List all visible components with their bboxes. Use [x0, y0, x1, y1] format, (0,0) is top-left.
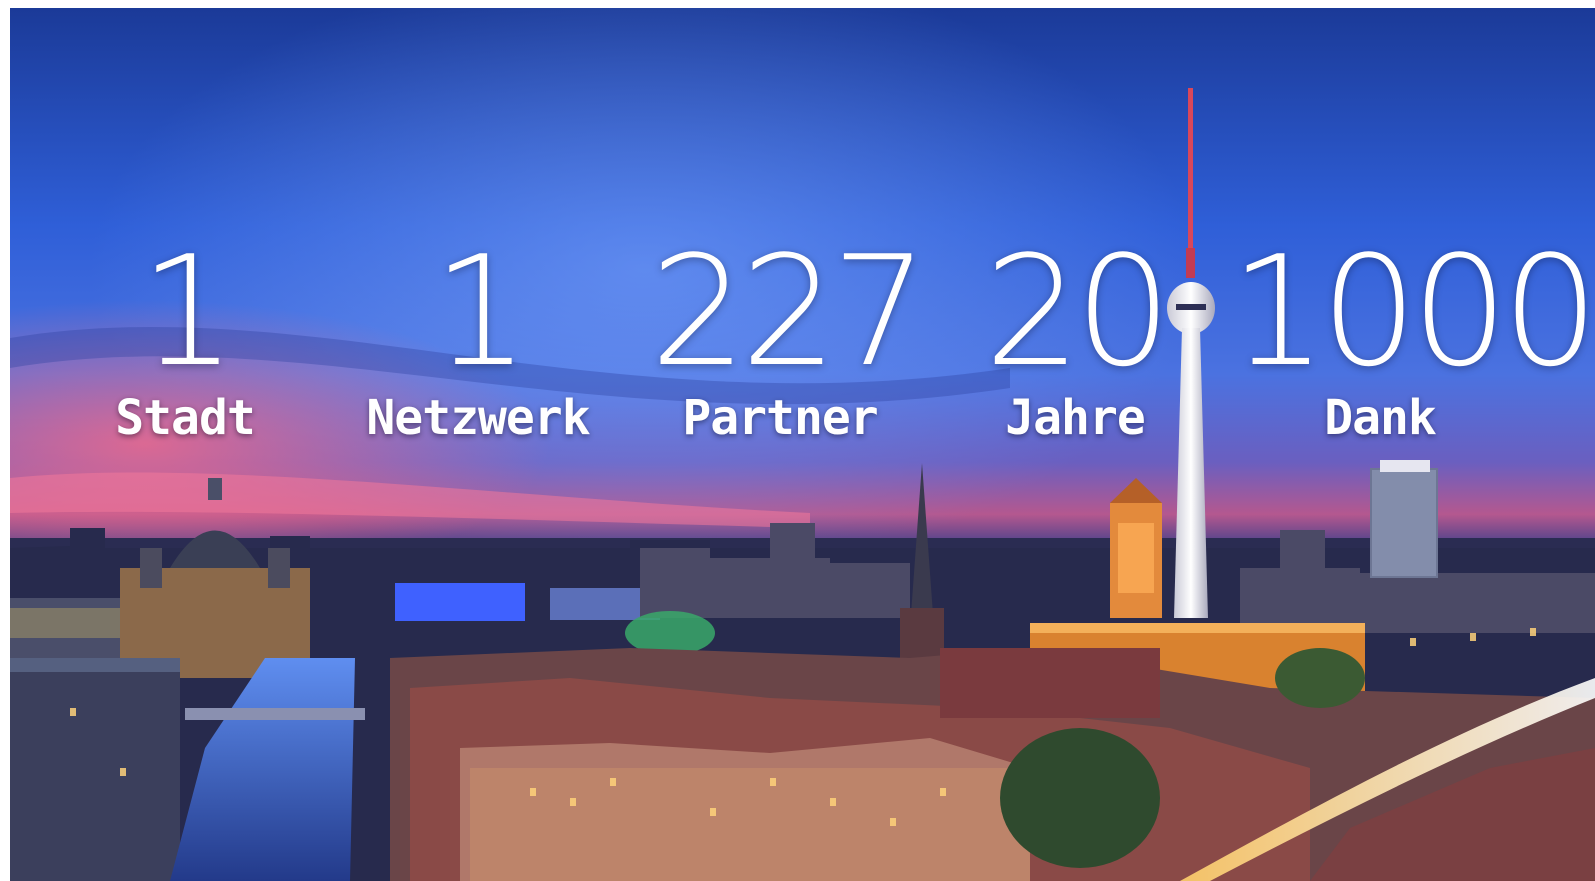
stat-number: 1000 — [1230, 223, 1595, 400]
stat-number: 1 — [432, 223, 530, 400]
stat-dank: 1000 Dank — [1230, 223, 1595, 447]
stat-number: 227 — [650, 223, 928, 400]
blue-lit-building — [395, 583, 525, 621]
stat-number: 20 — [984, 223, 1171, 400]
stat-jahre: 20 Jahre — [945, 223, 1205, 447]
stat-netzwerk: 1 Netzwerk — [348, 223, 608, 447]
stat-stadt: 1 Stadt — [55, 223, 315, 447]
trees — [1275, 648, 1365, 708]
banner-frame: 1 Stadt 1 Netzwerk 227 Partner 20 Jahre … — [0, 0, 1595, 881]
park-inn-tower — [1370, 460, 1438, 578]
berlin-skyline-photo: 1 Stadt 1 Netzwerk 227 Partner 20 Jahre … — [10, 8, 1595, 881]
bridge — [185, 708, 365, 720]
stat-partner: 227 Partner — [650, 223, 928, 447]
trees — [1000, 728, 1160, 868]
stat-label: Stadt — [115, 390, 256, 446]
lit-building-roof — [1030, 623, 1365, 633]
stat-number: 1 — [139, 223, 237, 400]
stat-label: Partner — [682, 390, 878, 446]
rotes-rathaus-tower — [1110, 478, 1162, 618]
stat-label: Netzwerk — [366, 390, 590, 446]
